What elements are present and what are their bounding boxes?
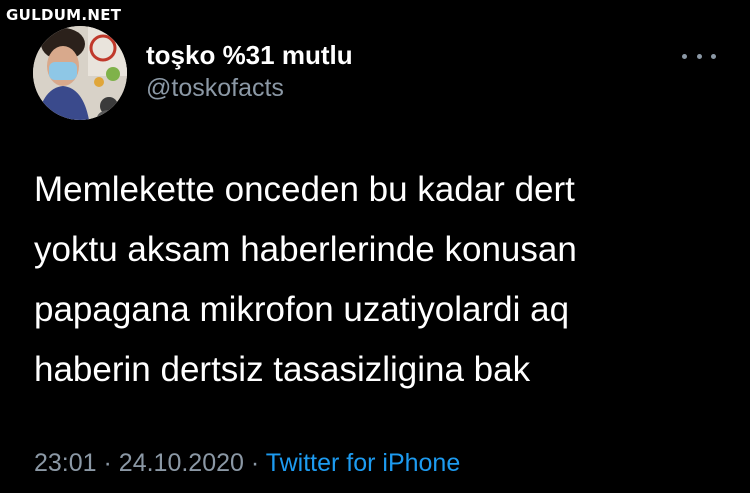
avatar[interactable] <box>33 26 127 120</box>
avatar-image <box>33 26 127 120</box>
tweet-text-line: haberin dertsiz tasasizligina bak <box>34 350 531 389</box>
more-dot <box>696 53 702 59</box>
tweet-metadata: 23:01 · 24.10.2020 · Twitter for iPhone <box>34 446 460 480</box>
tweet-date[interactable]: 24.10.2020 <box>119 449 244 477</box>
meta-separator: · <box>250 449 266 477</box>
tweet-card: toşko %31 mutlu @toskofacts Memlekette o… <box>0 0 750 493</box>
tweet-text-line: papagana mikrofon uzatiyolardi aq <box>34 290 570 329</box>
more-dot <box>711 53 716 59</box>
author-info: toşko %31 mutlu @toskofacts <box>146 40 353 104</box>
display-name[interactable]: toşko %31 mutlu <box>146 40 353 70</box>
more-options-icon[interactable] <box>682 46 716 66</box>
tweet-text-line: Memlekette onceden bu kadar dert <box>34 170 575 209</box>
username-handle[interactable]: @toskofacts <box>146 72 353 104</box>
tweet-source-link[interactable]: Twitter for iPhone <box>266 449 461 477</box>
more-dot <box>682 53 687 59</box>
tweet-time[interactable]: 23:01 <box>34 449 97 477</box>
meta-separator: · <box>103 449 119 477</box>
tweet-text: Memlekette onceden bu kadar dert yoktu a… <box>34 160 724 400</box>
tweet-text-line: yoktu aksam haberlerinde konusan <box>34 230 577 269</box>
